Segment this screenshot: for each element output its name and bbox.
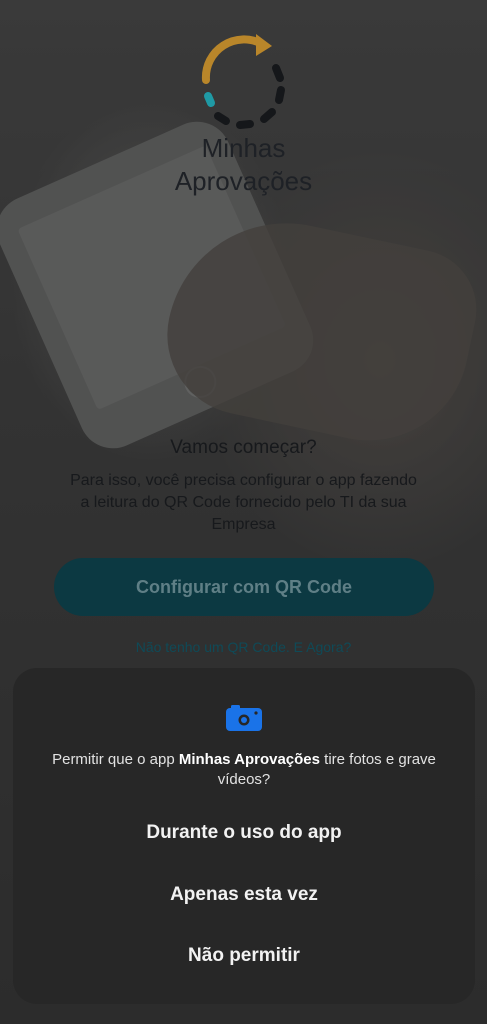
welcome-title: Vamos começar? [170, 437, 317, 458]
allow-once-button[interactable]: Apenas esta vez [13, 880, 475, 910]
welcome-text: Para isso, você precisa configurar o app… [70, 472, 417, 533]
prompt-app-name: Minhas Aprovações [178, 751, 320, 768]
no-qr-code-link[interactable]: Não tenho um QR Code. E Agora? [0, 639, 487, 655]
permission-dialog: Permitir que o app Minhas Aprovações tir… [13, 668, 475, 1004]
deny-button[interactable]: Não permitir [13, 941, 475, 971]
app-logo-icon [201, 34, 285, 129]
prompt-prefix: Permitir que o app [52, 751, 179, 768]
app-name: Minhas Aprovações [0, 132, 487, 198]
allow-while-using-button[interactable]: Durante o uso do app [13, 818, 475, 848]
app-name-line1: Minhas [201, 133, 286, 163]
app-name-line2: Aprovações [174, 166, 313, 196]
camera-icon [226, 705, 262, 731]
permission-prompt: Permitir que o app Minhas Aprovações tir… [43, 750, 445, 790]
configure-qr-button[interactable]: Configurar com QR Code [54, 558, 434, 616]
